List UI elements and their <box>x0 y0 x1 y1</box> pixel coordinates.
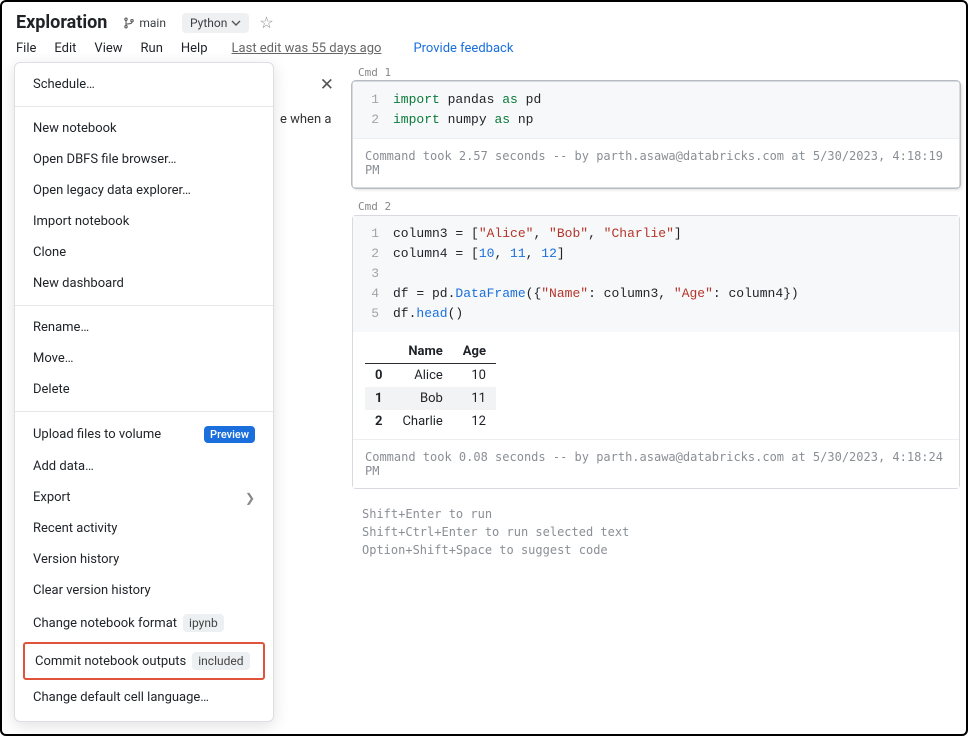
separator <box>15 305 273 306</box>
cell-2-output: Name Age 0Alice10 1Bob11 2Charlie12 <box>353 332 959 439</box>
header-bar: Exploration main Python ☆ <box>2 2 966 37</box>
menu-clear-version[interactable]: Clear version history <box>15 575 273 606</box>
menu-rename[interactable]: Rename… <box>15 312 273 343</box>
branch-chip[interactable]: main <box>117 14 172 32</box>
menu-version-history[interactable]: Version history <box>15 544 273 575</box>
main-content: ✕ e when a Schedule… New notebook Open D… <box>2 64 966 726</box>
gutter: 12 <box>353 90 393 130</box>
cell-1-status: Command took 2.57 seconds -- by parth.as… <box>353 138 959 187</box>
chevron-down-icon <box>231 18 241 28</box>
menu-new-dashboard[interactable]: New dashboard <box>15 268 273 299</box>
menu-move[interactable]: Move… <box>15 343 273 374</box>
notebook-cells: Cmd 1 12 import pandas as pd import nump… <box>342 64 966 726</box>
menubar: File Edit View Run Help Last edit was 55… <box>2 37 966 64</box>
table-row: 0Alice10 <box>365 364 496 388</box>
menu-file[interactable]: File <box>16 41 36 56</box>
menu-view[interactable]: View <box>94 41 122 56</box>
menu-run[interactable]: Run <box>141 41 163 56</box>
branch-name: main <box>139 16 166 30</box>
menu-open-legacy[interactable]: Open legacy data explorer… <box>15 175 273 206</box>
hint-run: Shift+Enter to run <box>362 505 950 523</box>
chevron-right-icon: ❯ <box>245 491 255 505</box>
last-edit-link[interactable]: Last edit was 55 days ago <box>232 41 382 56</box>
separator <box>15 106 273 107</box>
cell-1[interactable]: 12 import pandas as pd import numpy as n… <box>352 81 960 188</box>
background-text: e when a <box>280 112 331 127</box>
hint-run-selected: Shift+Ctrl+Enter to run selected text <box>362 523 950 541</box>
col-age: Age <box>453 340 496 364</box>
menu-import-notebook[interactable]: Import notebook <box>15 206 273 237</box>
table-row: 1Bob11 <box>365 387 496 410</box>
cmd1-label: Cmd 1 <box>352 64 960 81</box>
preview-badge: Preview <box>204 426 255 443</box>
menu-schedule[interactable]: Schedule… <box>15 69 273 100</box>
git-branch-icon <box>123 17 135 29</box>
code-content: column3 = ["Alice", "Bob", "Charlie"] co… <box>393 224 959 324</box>
gutter: 12345 <box>353 224 393 324</box>
menu-change-format[interactable]: Change notebook format ipynb <box>15 606 273 640</box>
commit-outputs-highlight: Commit notebook outputs included <box>23 642 265 680</box>
commit-badge: included <box>192 652 249 670</box>
dataframe-table: Name Age 0Alice10 1Bob11 2Charlie12 <box>365 340 496 433</box>
menu-add-data[interactable]: Add data… <box>15 451 273 482</box>
hint-suggest: Option+Shift+Space to suggest code <box>362 541 950 559</box>
table-row: 2Charlie12 <box>365 410 496 433</box>
menu-help[interactable]: Help <box>181 41 208 56</box>
separator <box>15 411 273 412</box>
menu-open-dbfs[interactable]: Open DBFS file browser… <box>15 144 273 175</box>
menu-clone[interactable]: Clone <box>15 237 273 268</box>
menu-change-language[interactable]: Change default cell language… <box>15 682 273 713</box>
star-button[interactable]: ☆ <box>259 13 273 32</box>
code-content: import pandas as pd import numpy as np <box>393 90 959 130</box>
language-chip[interactable]: Python <box>182 13 249 33</box>
menu-new-notebook[interactable]: New notebook <box>15 113 273 144</box>
menu-export[interactable]: Export ❯ <box>15 482 273 513</box>
left-pane: ✕ e when a Schedule… New notebook Open D… <box>2 64 342 726</box>
cell-1-code[interactable]: 12 import pandas as pd import numpy as n… <box>353 82 959 138</box>
menu-edit[interactable]: Edit <box>54 41 76 56</box>
col-name: Name <box>392 340 452 364</box>
menu-commit-outputs[interactable]: Commit notebook outputs included <box>25 644 263 678</box>
notebook-title: Exploration <box>16 12 107 33</box>
cell-2-status: Command took 0.08 seconds -- by parth.as… <box>353 439 959 488</box>
cell-2[interactable]: 12345 column3 = ["Alice", "Bob", "Charli… <box>352 215 960 489</box>
cmd2-label: Cmd 2 <box>352 198 960 215</box>
menu-recent-activity[interactable]: Recent activity <box>15 513 273 544</box>
file-menu-dropdown: Schedule… New notebook Open DBFS file br… <box>14 62 274 722</box>
cell-2-code[interactable]: 12345 column3 = ["Alice", "Bob", "Charli… <box>353 216 959 332</box>
menu-upload-files[interactable]: Upload files to volume Preview <box>15 418 273 451</box>
format-badge: ipynb <box>183 614 224 632</box>
menu-delete[interactable]: Delete <box>15 374 273 405</box>
provide-feedback-link[interactable]: Provide feedback <box>413 41 513 56</box>
close-icon[interactable]: ✕ <box>320 75 334 95</box>
language-label: Python <box>190 16 227 30</box>
keyboard-hints: Shift+Enter to run Shift+Ctrl+Enter to r… <box>352 499 960 565</box>
